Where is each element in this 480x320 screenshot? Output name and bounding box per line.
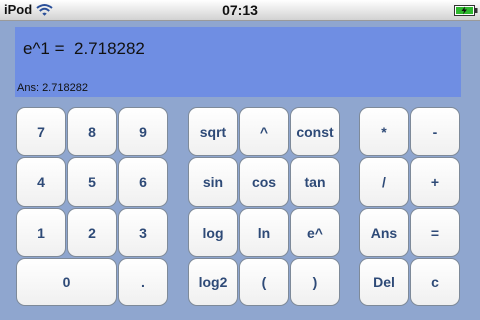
key-label: 4	[37, 174, 45, 190]
key-3[interactable]: 3	[118, 208, 168, 257]
key-label: 6	[139, 174, 147, 190]
key-label: +	[430, 174, 440, 190]
key-label: e^	[307, 224, 323, 241]
key-decimal[interactable]: .	[118, 258, 168, 306]
key-label: log	[202, 224, 224, 241]
key-const[interactable]: const	[290, 107, 340, 156]
key-4[interactable]: 4	[16, 157, 66, 207]
key-label: 5	[88, 174, 96, 190]
key-delete[interactable]: Del	[359, 258, 409, 306]
key-2[interactable]: 2	[67, 208, 117, 257]
key-8[interactable]: 8	[67, 107, 117, 156]
key-label: (	[261, 274, 267, 290]
key-log[interactable]: log	[188, 208, 238, 257]
key-label: log2	[198, 274, 228, 290]
key-label: 1	[37, 224, 45, 241]
key-exp[interactable]: e^	[290, 208, 340, 257]
key-label: ln	[257, 224, 271, 241]
key-log2[interactable]: log2	[188, 258, 238, 306]
key-label: =	[430, 224, 440, 241]
status-bar: iPod 07:13	[0, 0, 480, 21]
key-label: Ans	[370, 224, 398, 241]
key-label: 7	[37, 123, 45, 140]
battery-charging-icon	[454, 5, 478, 16]
key-label: ^	[259, 123, 269, 140]
key-subtract[interactable]: -	[410, 107, 460, 156]
key-divide[interactable]: /	[359, 157, 409, 207]
key-label: Del	[373, 274, 395, 290]
key-label: -	[432, 123, 438, 140]
key-close-paren[interactable]: )	[290, 258, 340, 306]
key-sin[interactable]: sin	[188, 157, 238, 207]
key-label: 3	[139, 224, 147, 241]
key-open-paren[interactable]: (	[239, 258, 289, 306]
key-label: c	[431, 274, 439, 290]
calculator-screen: iPod 07:13 e^1 = 2.718282 Ans: 2.718282 …	[0, 0, 480, 320]
key-cos[interactable]: cos	[239, 157, 289, 207]
expression-text: e^1 = 2.718282	[23, 39, 145, 58]
key-multiply[interactable]: *	[359, 107, 409, 156]
key-label: 2	[88, 224, 96, 241]
key-label: 9	[139, 123, 147, 140]
key-label: const	[296, 123, 334, 140]
clock: 07:13	[222, 2, 258, 18]
key-label: sqrt	[199, 123, 227, 140]
key-label: *	[381, 123, 387, 140]
key-ans[interactable]: Ans	[359, 208, 409, 257]
key-ln[interactable]: ln	[239, 208, 289, 257]
key-power[interactable]: ^	[239, 107, 289, 156]
key-label: cos	[251, 174, 277, 190]
key-sqrt[interactable]: sqrt	[188, 107, 238, 156]
key-label: 8	[88, 123, 96, 140]
result-display: e^1 = 2.718282 Ans: 2.718282	[15, 27, 461, 97]
key-1[interactable]: 1	[16, 208, 66, 257]
key-label: .	[141, 274, 145, 290]
key-label: sin	[202, 174, 224, 190]
key-5[interactable]: 5	[67, 157, 117, 207]
key-7[interactable]: 7	[16, 107, 66, 156]
answer-text: Ans: 2.718282	[17, 82, 88, 94]
key-add[interactable]: +	[410, 157, 460, 207]
key-label: /	[382, 174, 386, 190]
key-equals[interactable]: =	[410, 208, 460, 257]
key-0[interactable]: 0	[16, 258, 117, 306]
key-6[interactable]: 6	[118, 157, 168, 207]
key-label: tan	[304, 174, 326, 190]
key-label: 0	[62, 274, 71, 290]
key-tan[interactable]: tan	[290, 157, 340, 207]
key-clear[interactable]: c	[410, 258, 460, 306]
key-9[interactable]: 9	[118, 107, 168, 156]
key-label: )	[312, 274, 318, 290]
